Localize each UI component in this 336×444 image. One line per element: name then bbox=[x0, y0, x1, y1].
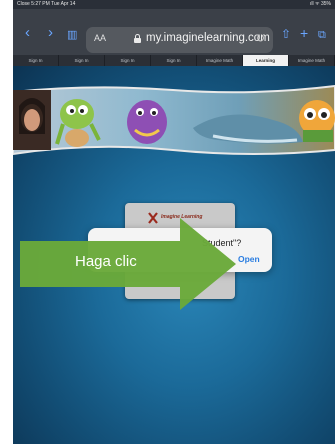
browser-tab[interactable]: Learning bbox=[243, 55, 289, 66]
sidebar-icon[interactable]: ▥ bbox=[67, 28, 77, 43]
browser-tab[interactable]: Imagine Math bbox=[197, 55, 243, 66]
open-button[interactable]: Open bbox=[238, 254, 260, 264]
browser-tab[interactable]: Sign In bbox=[13, 55, 59, 66]
status-time: Close 5:27 PM Tue Apr 14 bbox=[17, 1, 76, 7]
lock-icon bbox=[134, 34, 141, 43]
status-indicators: ıll ᯤ 35% bbox=[310, 1, 331, 7]
browser-tab[interactable]: Sign In bbox=[59, 55, 105, 66]
tabs-overview-icon[interactable]: ⧉ bbox=[318, 28, 326, 43]
browser-tab[interactable]: Sign In bbox=[151, 55, 197, 66]
browser-tab[interactable]: Sign In bbox=[105, 55, 151, 66]
browser-toolbar: ‹ › ▥ AA my.imaginelearning.com ↻ ⇧ + ⧉ bbox=[13, 9, 335, 55]
new-tab-icon[interactable]: + bbox=[300, 26, 308, 41]
share-icon[interactable]: ⇧ bbox=[281, 27, 291, 42]
ipad-screen: Close 5:27 PM Tue Apr 14 ıll ᯤ 35% ‹ › ▥… bbox=[13, 0, 335, 444]
reload-icon[interactable]: ↻ bbox=[256, 32, 265, 45]
web-page: Imagine Learning Student"? Open Haga cli… bbox=[13, 66, 335, 444]
browser-tab[interactable]: Imagine Math bbox=[289, 55, 335, 66]
address-bar[interactable]: AA my.imaginelearning.com ↻ bbox=[86, 27, 273, 53]
status-bar: Close 5:27 PM Tue Apr 14 ıll ᯤ 35% bbox=[13, 0, 335, 9]
tab-strip: Sign In Sign In Sign In Sign In Imagine … bbox=[13, 55, 335, 66]
reader-aa-button[interactable]: AA bbox=[94, 33, 106, 43]
url-text: my.imaginelearning.com bbox=[146, 32, 270, 44]
callout-label: Haga clic bbox=[75, 253, 137, 270]
forward-icon[interactable]: › bbox=[48, 25, 53, 40]
back-icon[interactable]: ‹ bbox=[25, 25, 30, 40]
character-banner bbox=[13, 84, 335, 156]
